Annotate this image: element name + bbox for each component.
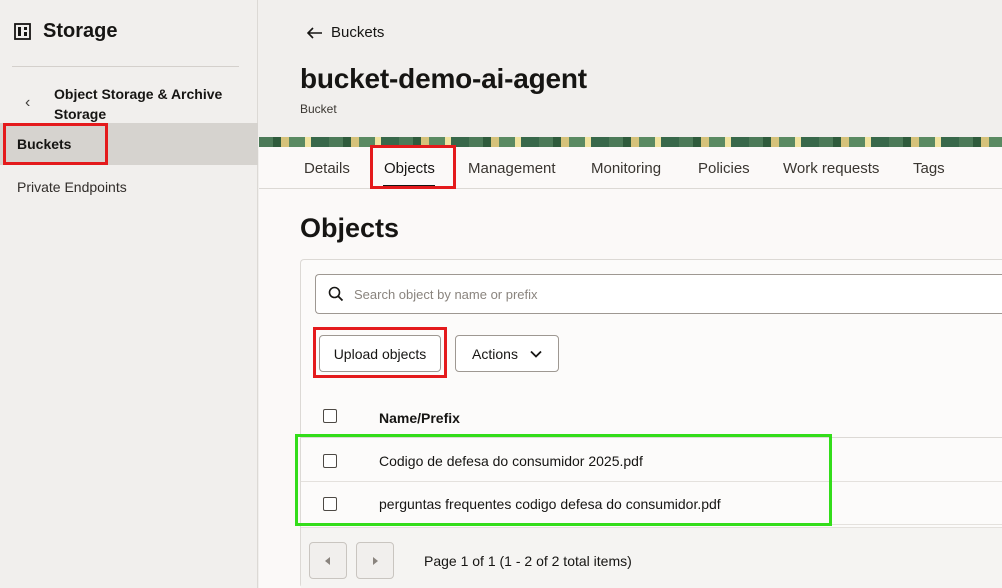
main-panel: Buckets bucket-demo-ai-agent Bucket Deta…	[259, 0, 1002, 588]
objects-panel: Upload objects Actions Name/Prefix Codig…	[300, 259, 1002, 588]
sidebar-item-private-endpoints[interactable]: Private Endpoints	[17, 179, 127, 195]
storage-icon	[14, 23, 31, 40]
row-checkbox[interactable]	[323, 497, 337, 511]
back-link-label: Buckets	[331, 24, 385, 41]
page-subtitle: Bucket	[300, 102, 337, 116]
search-icon	[328, 286, 344, 302]
active-tab-indicator	[383, 185, 435, 188]
object-name[interactable]: Codigo de defesa do consumidor 2025.pdf	[379, 453, 643, 469]
back-to-buckets-link[interactable]: Buckets	[307, 24, 384, 41]
tab-details[interactable]: Details	[304, 160, 350, 177]
table-row[interactable]: Codigo de defesa do consumidor 2025.pdf	[301, 439, 1002, 482]
chevron-down-icon	[530, 350, 542, 358]
sidebar-item-label: Buckets	[17, 136, 72, 152]
object-name[interactable]: perguntas frequentes codigo defesa do co…	[379, 496, 721, 512]
sidebar-item-buckets[interactable]: Buckets	[0, 123, 258, 165]
select-all-checkbox[interactable]	[323, 409, 337, 423]
tab-management[interactable]: Management	[468, 160, 556, 177]
actions-dropdown-button[interactable]: Actions	[455, 335, 559, 372]
tab-monitoring[interactable]: Monitoring	[591, 160, 661, 177]
objects-content: Objects Upload objects Actions N	[259, 189, 1002, 588]
page-title: bucket-demo-ai-agent	[300, 63, 587, 94]
search-input[interactable]	[354, 275, 994, 313]
next-page-button[interactable]	[356, 542, 394, 579]
arrow-left-icon	[307, 26, 322, 39]
caret-left-icon	[325, 556, 330, 565]
tab-tags[interactable]: Tags	[913, 160, 945, 177]
tab-bar: Details Objects Management Monitoring Po…	[259, 147, 1002, 189]
table-row[interactable]: perguntas frequentes codigo defesa do co…	[301, 482, 1002, 525]
sidebar-divider	[12, 66, 239, 67]
sidebar-title: Storage	[43, 20, 118, 42]
section-title: Objects	[300, 213, 400, 243]
caret-right-icon	[373, 556, 378, 565]
pagination-status: Page 1 of 1 (1 - 2 of 2 total items)	[424, 553, 632, 569]
page-header: Buckets bucket-demo-ai-agent Bucket	[259, 0, 1002, 147]
tab-objects[interactable]: Objects	[384, 160, 435, 177]
tab-policies[interactable]: Policies	[698, 160, 750, 177]
table-header: Name/Prefix	[301, 398, 1002, 438]
chevron-left-icon[interactable]: ‹	[25, 94, 30, 112]
previous-page-button[interactable]	[309, 542, 347, 579]
upload-objects-label: Upload objects	[333, 345, 427, 362]
column-header-name[interactable]: Name/Prefix	[379, 410, 460, 426]
sidebar-section-link[interactable]: Object Storage & Archive Storage	[54, 84, 239, 124]
upload-objects-button[interactable]: Upload objects	[319, 335, 441, 372]
sidebar: Storage ‹ Object Storage & Archive Stora…	[0, 0, 258, 588]
row-checkbox[interactable]	[323, 454, 337, 468]
actions-label: Actions	[472, 345, 518, 362]
pagination: Page 1 of 1 (1 - 2 of 2 total items)	[301, 527, 1002, 588]
search-box	[315, 274, 1002, 314]
header-banner	[259, 137, 1002, 147]
sidebar-header: Storage	[14, 20, 117, 43]
tab-work-requests[interactable]: Work requests	[783, 160, 879, 177]
